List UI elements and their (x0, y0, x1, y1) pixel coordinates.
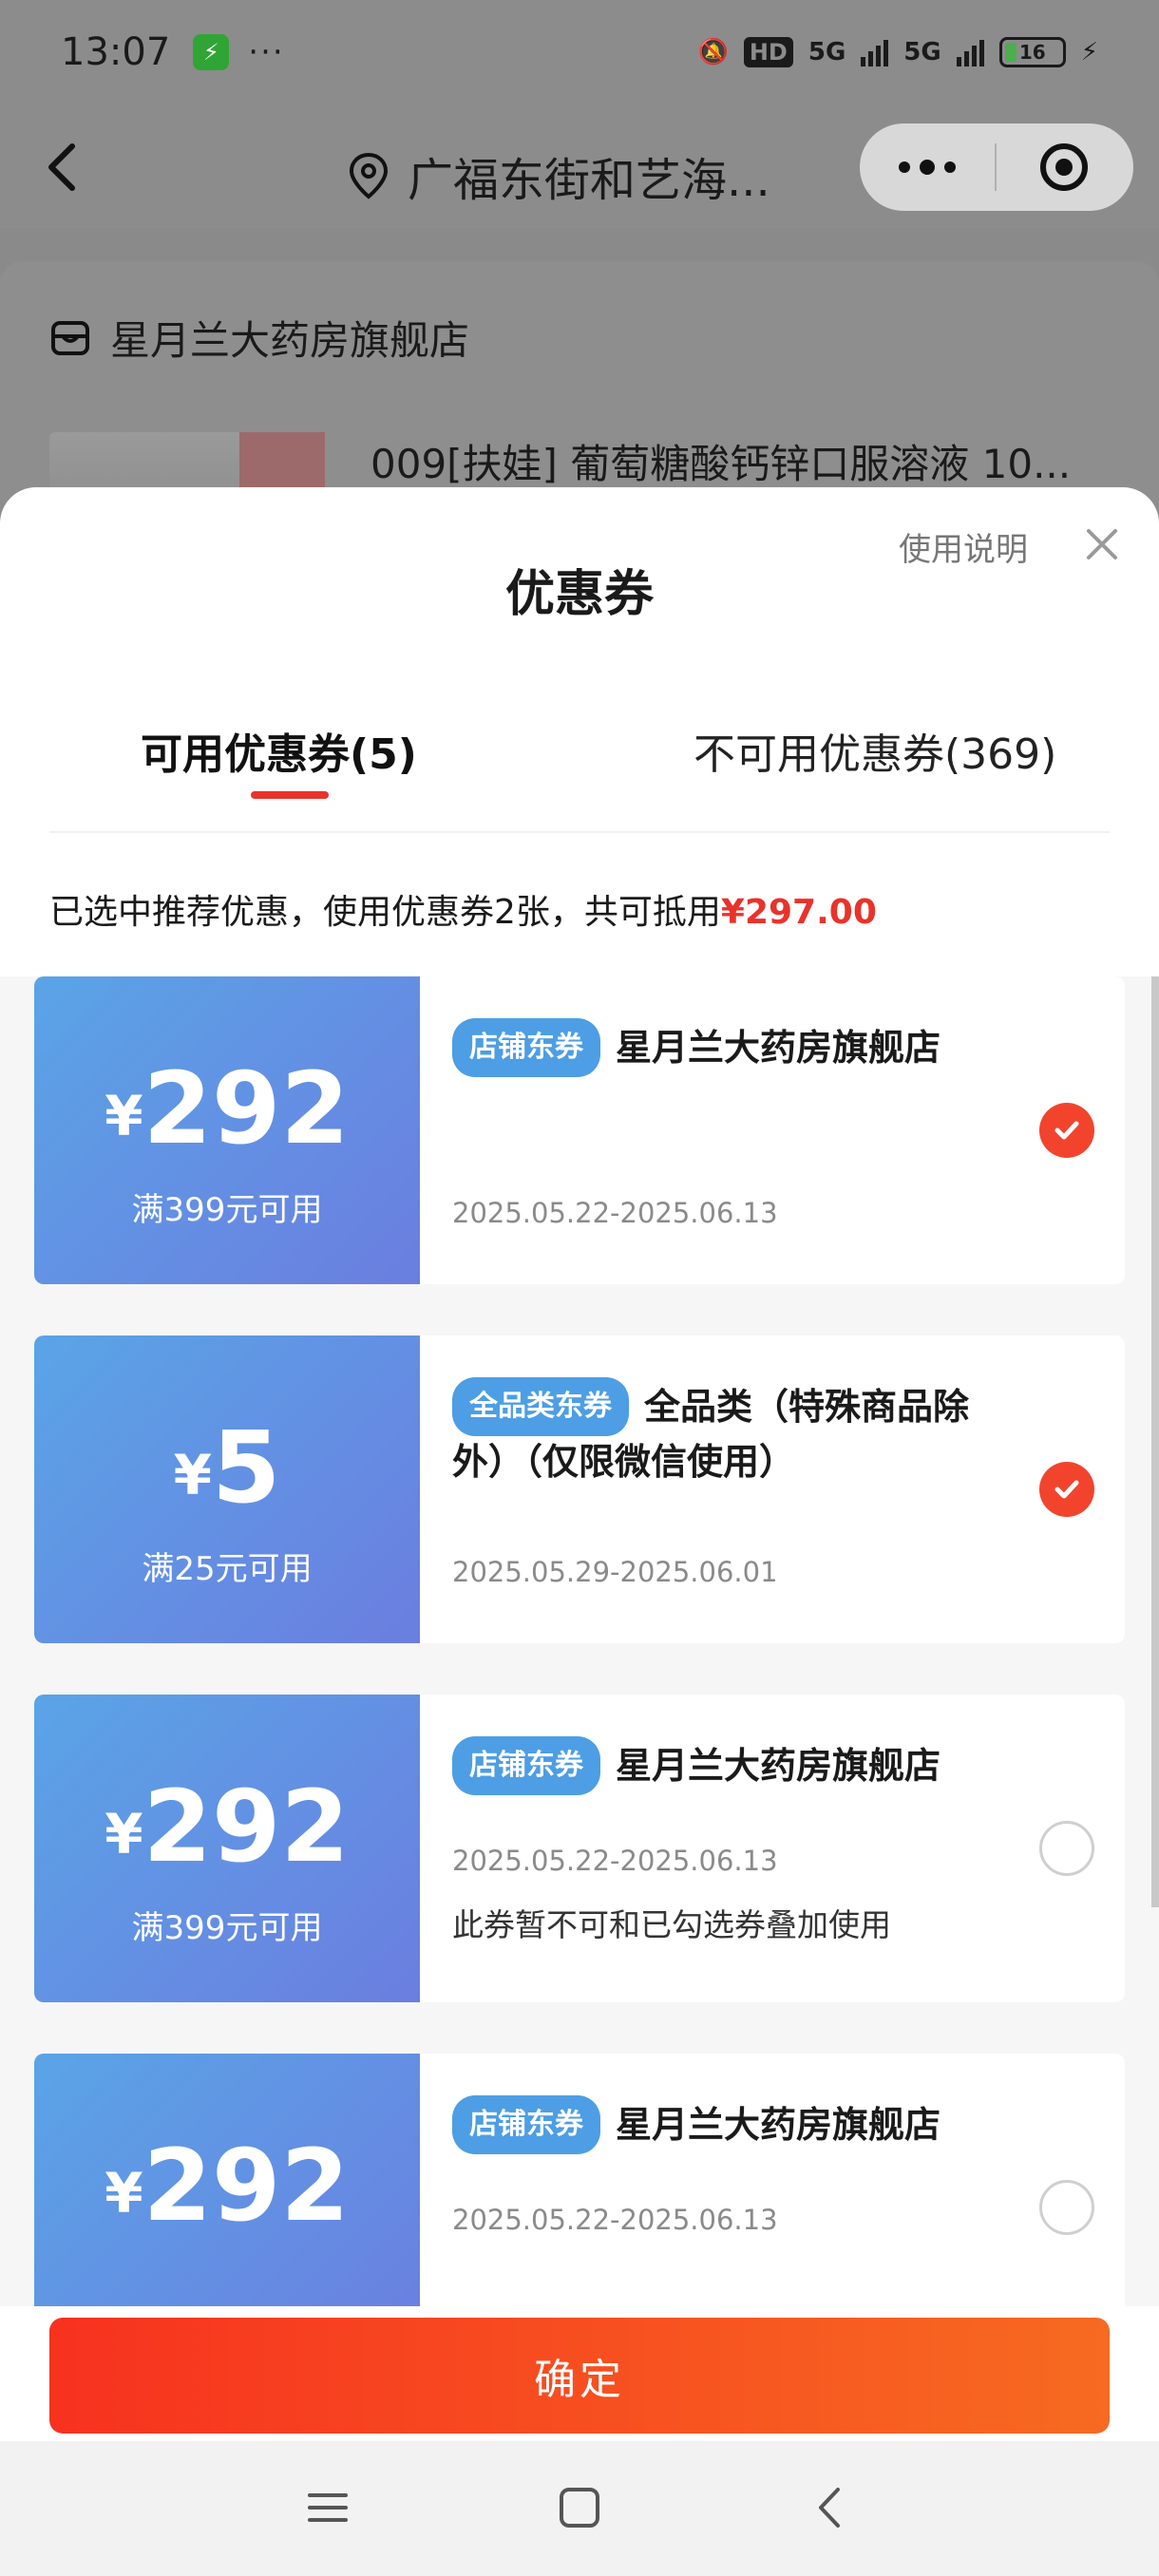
coupon-value-panel: ¥292 满399元可用 (34, 1695, 420, 2002)
system-back-icon[interactable] (808, 2484, 855, 2531)
coupon-info: 店铺东券 星月兰大药房旗舰店 2025.05.22-2025.06.13 此券暂不… (420, 1695, 1125, 2002)
coupon-validity: 2025.05.29-2025.06.01 (452, 1556, 778, 1588)
coupon-amount-value: 292 (142, 1769, 350, 1885)
more-options-button[interactable] (860, 123, 995, 211)
scrollbar[interactable] (1151, 976, 1159, 1907)
status-bar: 13:07 ⚡ ··· 🔕 HD 5G 5G 16 ⚡ (0, 0, 1159, 104)
coupon-card[interactable]: ¥292 店铺东券 星月兰大药房旗舰店 2025.05.22-2025.06.13 (34, 2054, 1125, 2344)
coupon-selected-checkbox[interactable] (1039, 1462, 1094, 1517)
coupon-title: 店铺东券 星月兰大药房旗舰店 (452, 2095, 982, 2154)
store-icon (51, 320, 89, 355)
tab-divider (49, 831, 1110, 833)
coupon-threshold: 满25元可用 (142, 1550, 313, 1588)
signal-icon-2 (956, 38, 984, 66)
signal-icon (861, 38, 889, 66)
close-program-button[interactable] (997, 123, 1131, 211)
coupon-tag: 店铺东券 (452, 2095, 600, 2154)
coupon-name: 星月兰大药房旗舰店 (616, 2104, 941, 2146)
coupon-info: 店铺东券 星月兰大药房旗舰店 2025.05.22-2025.06.13 (420, 976, 1125, 1284)
coupon-currency: ¥ (104, 2161, 143, 2226)
coupon-validity: 2025.05.22-2025.06.13 (452, 1845, 778, 1877)
coupon-card[interactable]: ¥292 满399元可用 店铺东券 星月兰大药房旗舰店 2025.05.22-20… (34, 1695, 1125, 2002)
background-product-name: 009[扶娃] 葡萄糖酸钙锌口服溶液 10... (370, 441, 1072, 487)
mini-program-capsule (860, 123, 1133, 211)
status-indicators: 🔕 HD 5G 5G 16 ⚡ (697, 37, 1098, 67)
location-pin-icon (349, 152, 389, 199)
coupon-title: 全品类东券 全品类（特殊商品除外）（仅限微信使用） (452, 1377, 982, 1487)
coupon-info: 店铺东券 星月兰大药房旗舰店 2025.05.22-2025.06.13 (420, 2054, 1125, 2344)
coupon-value-panel: ¥292 满399元可用 (34, 976, 420, 1284)
coupon-card[interactable]: ¥5 满25元可用 全品类东券 全品类（特殊商品除外）（仅限微信使用） 2025.… (34, 1335, 1125, 1643)
coupon-selected-checkbox[interactable] (1039, 1103, 1094, 1158)
status-more-dots: ··· (248, 33, 285, 71)
system-nav-bar (0, 2441, 1159, 2576)
coupon-currency: ¥ (173, 1443, 212, 1507)
location-text: 广福东街和艺海... (408, 154, 770, 207)
network-label-2: 5G (903, 38, 941, 66)
confirm-bar: 确定 (0, 2306, 1159, 2441)
background-store-row: 星月兰大药房旗舰店 (49, 309, 469, 367)
checkmark-icon (1054, 1480, 1079, 1499)
background-store-name: 星月兰大药房旗舰店 (110, 317, 470, 364)
coupon-amount-value: 292 (142, 2128, 350, 2244)
tab-available-coupons[interactable]: 可用优惠券(5) (141, 720, 417, 781)
coupon-title: 店铺东券 星月兰大药房旗舰店 (452, 1736, 982, 1795)
active-tab-indicator (251, 791, 329, 799)
coupon-value-panel: ¥5 满25元可用 (34, 1335, 420, 1643)
coupon-amount: ¥292 (34, 1769, 420, 1885)
location-selector[interactable]: 广福东街和艺海... (347, 142, 770, 209)
selection-summary: 已选中推荐优惠，使用优惠券2张，共可抵用¥297.00 (49, 884, 877, 934)
home-icon[interactable] (556, 2484, 603, 2531)
coupon-tag: 全品类东券 (452, 1377, 629, 1436)
menu-icon[interactable] (304, 2484, 352, 2531)
coupon-info: 全品类东券 全品类（特殊商品除外）（仅限微信使用） 2025.05.29-2025… (420, 1335, 1125, 1643)
coupon-tag: 店铺东券 (452, 1018, 600, 1077)
coupon-amount: ¥292 (34, 1051, 420, 1166)
coupon-unselected-checkbox[interactable] (1039, 1821, 1094, 1876)
coupon-amount: ¥292 (34, 2128, 420, 2244)
checkmark-icon (1054, 1121, 1079, 1140)
coupon-tag: 店铺东券 (452, 1736, 600, 1795)
coupon-currency: ¥ (104, 1802, 143, 1866)
coupon-unselected-checkbox[interactable] (1039, 2180, 1094, 2235)
coupon-threshold: 满399元可用 (131, 1191, 323, 1229)
charging-icon: ⚡ (1080, 38, 1098, 66)
network-label: 5G (808, 38, 846, 66)
coupon-currency: ¥ (104, 1084, 143, 1148)
coupon-name: 星月兰大药房旗舰店 (616, 1745, 941, 1787)
coupon-list[interactable]: ¥292 满399元可用 店铺东券 星月兰大药房旗舰店 2025.05.22-20… (0, 976, 1159, 2344)
battery-icon: 16 (998, 37, 1066, 67)
coupon-card[interactable]: ¥292 满399元可用 店铺东券 星月兰大药房旗舰店 2025.05.22-20… (34, 976, 1125, 1284)
coupon-name: 星月兰大药房旗舰店 (616, 1027, 941, 1069)
coupon-validity: 2025.05.22-2025.06.13 (452, 2204, 778, 2236)
coupon-validity: 2025.05.22-2025.06.13 (452, 1197, 778, 1229)
battery-level: 16 (1018, 41, 1046, 64)
coupon-amount-value: 292 (142, 1051, 350, 1166)
mute-icon: 🔕 (697, 38, 729, 66)
coupon-amount: ¥5 (34, 1410, 420, 1525)
coupon-value-panel: ¥292 (34, 2054, 420, 2344)
coupon-amount-value: 5 (211, 1410, 281, 1525)
target-icon (1040, 143, 1088, 191)
coupon-title: 店铺东券 星月兰大药房旗舰店 (452, 1018, 982, 1077)
coupon-conflict-note: 此券暂不可和已勾选券叠加使用 (452, 1906, 891, 1943)
confirm-button[interactable]: 确定 (49, 2318, 1110, 2434)
app-notification-icon: ⚡ (193, 34, 230, 70)
coupon-threshold: 满399元可用 (131, 1909, 323, 1947)
coupon-sheet: 使用说明 优惠券 可用优惠券(5) 不可用优惠券(369) 已选中推荐优惠，使用… (0, 487, 1159, 2441)
tab-unavailable-coupons[interactable]: 不可用优惠券(369) (694, 720, 1056, 781)
sheet-title: 优惠券 (504, 566, 654, 623)
hd-badge: HD (743, 37, 793, 67)
back-arrow-icon[interactable] (36, 139, 93, 196)
summary-amount: ¥297.00 (720, 893, 877, 932)
nav-bar: 广福东街和艺海... (0, 104, 1159, 228)
summary-text: 已选中推荐优惠，使用优惠券2张，共可抵用 (49, 893, 721, 932)
status-time: 13:07 (61, 30, 171, 74)
